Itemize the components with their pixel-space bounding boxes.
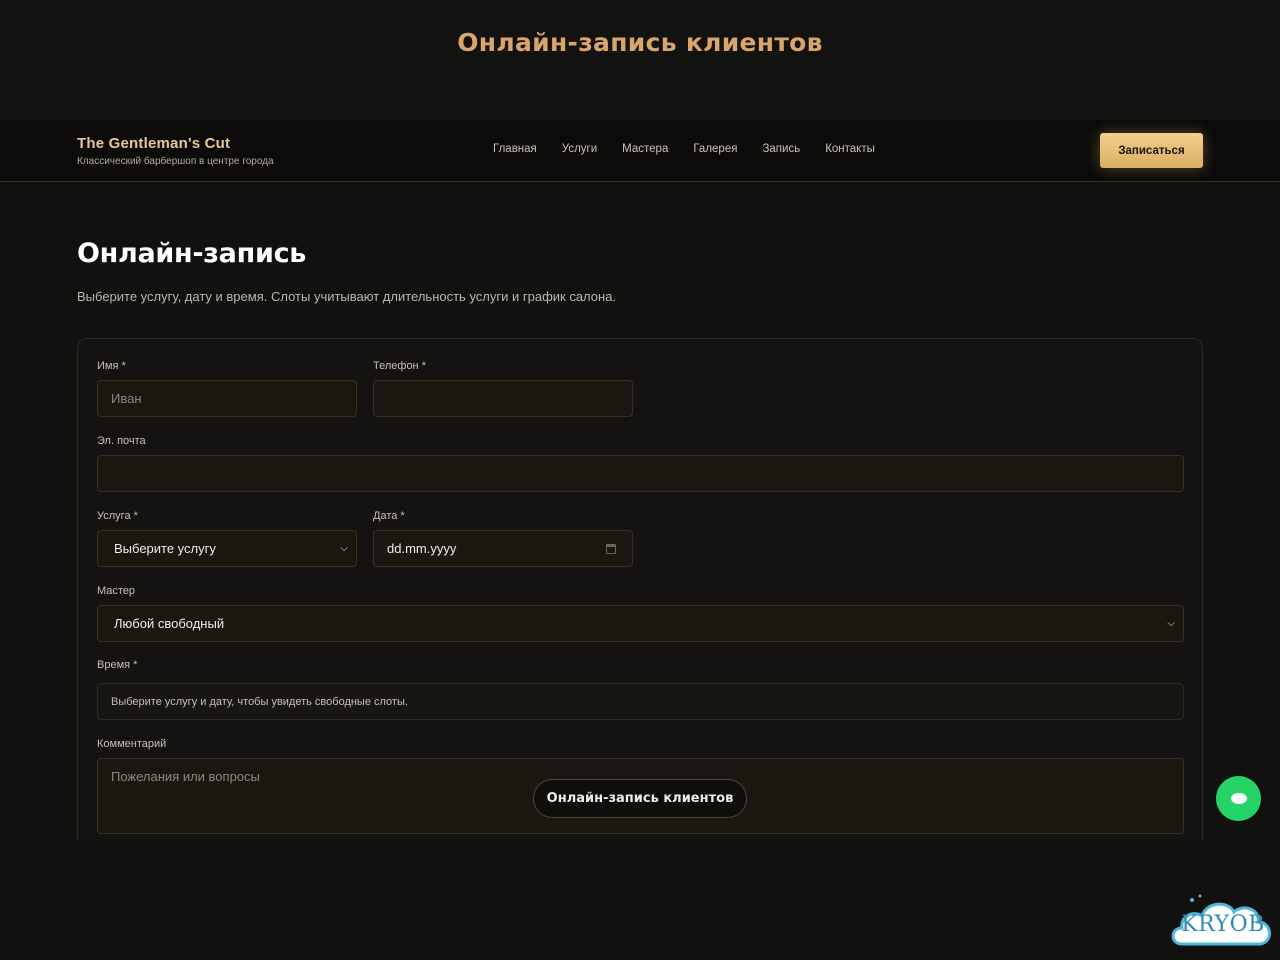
phone-label: Телефон * [373, 360, 426, 372]
date-input[interactable]: dd.mm.yyyy [373, 530, 633, 567]
chat-button[interactable] [1216, 776, 1261, 821]
book-now-button[interactable]: Записаться [1100, 133, 1203, 168]
time-label: Время * [97, 659, 138, 671]
top-banner: Онлайн-запись клиентов [0, 0, 1280, 120]
chat-icon [1230, 793, 1247, 804]
booking-form: Имя * Телефон * Эл. почта Услуга * Выбер… [77, 338, 1203, 840]
email-input[interactable] [97, 455, 1184, 492]
brand-tagline: Классический барбершоп в центре города [77, 156, 274, 167]
comment-label: Комментарий [97, 738, 167, 750]
page-title: Онлайн-запись [77, 238, 307, 269]
phone-input[interactable] [373, 380, 633, 417]
watermark-logo: KRYOB [1168, 892, 1276, 958]
nav-item-gallery[interactable]: Галерея [693, 143, 737, 155]
nav-item-contacts[interactable]: Контакты [825, 143, 875, 155]
time-slots-hint: Выберите услугу и дату, чтобы увидеть св… [111, 695, 408, 708]
service-label: Услуга * [97, 510, 138, 522]
service-select-value: Выберите услугу [114, 541, 216, 556]
brand[interactable]: The Gentleman's Cut Классический барберш… [77, 135, 274, 167]
date-label: Дата * [373, 510, 405, 522]
time-slots: Выберите услугу и дату, чтобы увидеть св… [97, 683, 1184, 720]
main-nav: Главная Услуги Мастера Галерея Запись Ко… [493, 143, 900, 155]
floating-booking-pill[interactable]: Онлайн-запись клиентов [533, 779, 747, 818]
chevron-down-icon: ⌵ [340, 543, 348, 554]
nav-item-masters[interactable]: Мастера [622, 143, 668, 155]
site-header: The Gentleman's Cut Классический барберш… [0, 120, 1280, 182]
banner-title: Онлайн-запись клиентов [457, 28, 823, 57]
email-label: Эл. почта [97, 435, 146, 447]
brand-title[interactable]: The Gentleman's Cut [77, 135, 274, 152]
name-input[interactable] [97, 380, 357, 417]
master-label: Мастер [97, 585, 136, 597]
master-select[interactable]: Любой свободный ⌵ [97, 605, 1184, 642]
chevron-down-icon: ⌵ [1167, 618, 1175, 629]
calendar-icon[interactable] [606, 543, 616, 554]
nav-item-services[interactable]: Услуги [562, 143, 597, 155]
master-select-value: Любой свободный [114, 616, 225, 631]
nav-item-booking[interactable]: Запись [762, 143, 800, 155]
name-label: Имя * [97, 360, 126, 372]
watermark-text: KRYOB [1181, 912, 1265, 937]
booking-section: Онлайн-запись Выберите услугу, дату и вр… [77, 238, 1203, 304]
service-select[interactable]: Выберите услугу ⌵ [97, 530, 357, 567]
page-subtitle: Выберите услугу, дату и время. Слоты учи… [77, 289, 617, 304]
nav-item-home[interactable]: Главная [493, 143, 537, 155]
date-input-value: dd.mm.yyyy [387, 541, 457, 556]
